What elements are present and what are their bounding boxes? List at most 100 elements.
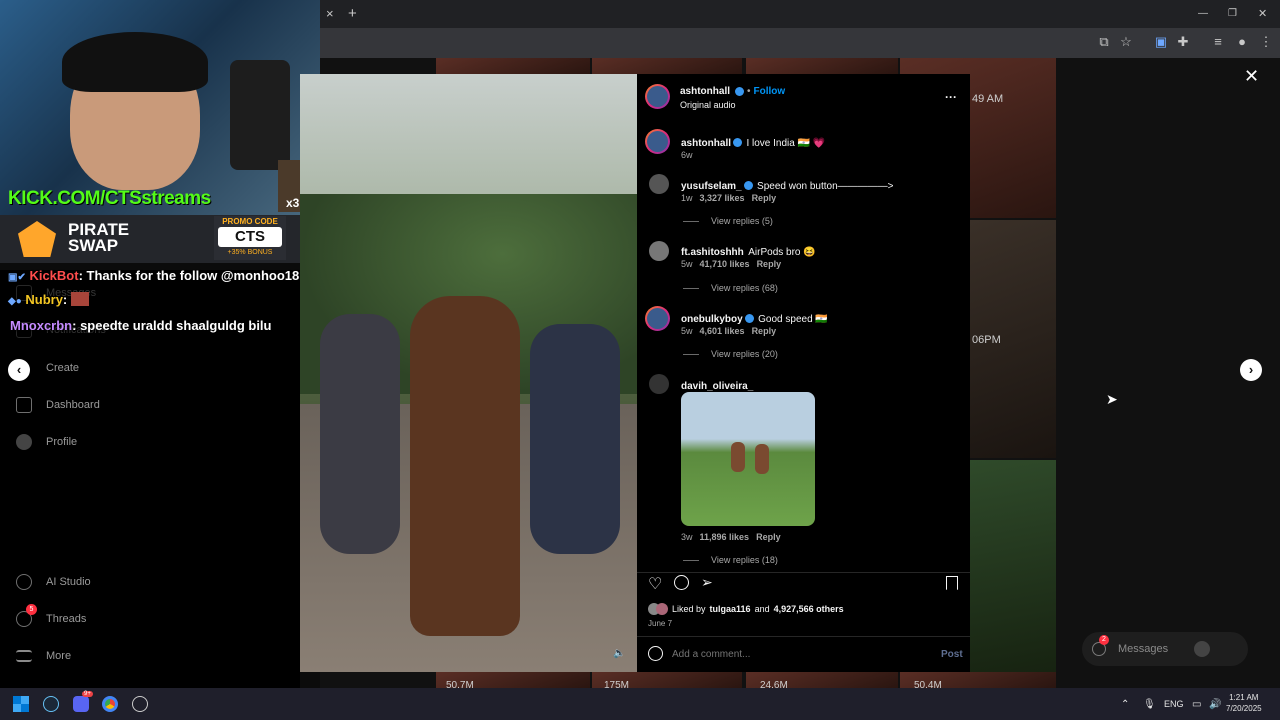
save-bookmark-icon[interactable] (946, 576, 958, 590)
microphone-icon[interactable]: 🎙 (1143, 699, 1156, 710)
grid-tile[interactable] (970, 460, 1056, 688)
more-options-button[interactable]: ··· (945, 90, 957, 104)
messages-pill[interactable]: 2 Messages (1082, 632, 1248, 666)
comment-avatar[interactable] (649, 174, 669, 194)
chrome-icon[interactable] (102, 696, 118, 712)
bookmark-star-icon[interactable]: ☆ (1118, 34, 1134, 50)
share-send-icon[interactable]: ➢ (701, 574, 713, 591)
comment-row: ft.ashitoshhh AirPods bro 😆 (681, 247, 816, 258)
close-tab-button[interactable]: × (326, 0, 334, 28)
comment-avatar[interactable] (649, 374, 669, 394)
comment-avatar[interactable] (645, 306, 670, 331)
like-heart-icon[interactable]: ♡ (648, 574, 662, 594)
comment-avatar[interactable] (649, 241, 669, 261)
grid-tile[interactable] (592, 58, 742, 74)
reply-button[interactable]: Reply (752, 193, 777, 203)
audio-label[interactable]: Original audio (680, 100, 736, 110)
emote-multiplier: x3 (286, 196, 300, 210)
previous-post-button[interactable]: ‹ (8, 359, 30, 381)
verified-badge-icon (743, 181, 753, 190)
reply-button[interactable]: Reply (752, 326, 777, 336)
volume-icon[interactable]: 🔊 (1209, 699, 1221, 710)
mute-icon[interactable]: 🔈 (613, 648, 625, 659)
author-username[interactable]: ashtonhall (680, 86, 730, 97)
divider (637, 572, 970, 573)
view-replies-button[interactable]: View replies (18) (683, 555, 778, 565)
steam-icon[interactable] (43, 696, 59, 712)
post-side-panel: ashtonhall • Follow Original audio ··· a… (637, 74, 970, 672)
comment-bubble-icon[interactable] (674, 575, 689, 590)
follow-button[interactable]: Follow (754, 86, 786, 97)
windows-start-icon[interactable] (13, 696, 29, 712)
post-comment-button[interactable]: Post (941, 649, 963, 660)
new-tab-button[interactable]: + (348, 0, 357, 28)
sidebar-item-profile[interactable]: Profile (16, 431, 77, 453)
restore-button[interactable]: ❐ (1228, 0, 1237, 28)
verified-badge-icon (735, 87, 745, 96)
reel-video[interactable]: 🔈 (300, 74, 637, 672)
tray-chevron-icon[interactable]: ⌃ (1121, 699, 1129, 710)
view-replies-button[interactable]: View replies (68) (683, 283, 778, 293)
crowd-figure (530, 324, 620, 554)
emoji-icon[interactable] (648, 646, 663, 661)
post-date: June 7 (648, 619, 673, 628)
liker-avatar (656, 603, 668, 615)
comment-gif-image[interactable] (681, 392, 815, 526)
chart-icon (16, 397, 32, 413)
chat-message: Mnoxcrbn: speedte uraldd shaalguldg bilu (10, 318, 271, 333)
divider (637, 636, 970, 637)
verified-badge-icon (733, 138, 743, 147)
windows-taskbar (0, 688, 1280, 720)
sidebar-item-dashboard[interactable]: Dashboard (16, 394, 100, 416)
grid-tile[interactable] (436, 58, 590, 74)
close-window-button[interactable]: ✕ (1258, 0, 1267, 28)
threads-icon: 5 (16, 604, 37, 627)
minimize-button[interactable]: — (1198, 0, 1208, 28)
view-replies-button[interactable]: View replies (20) (683, 349, 778, 359)
streamer-hair (62, 32, 208, 92)
chat-message: ◆● Nubry: (8, 292, 89, 307)
discord-icon[interactable] (73, 696, 89, 712)
sidebar-item-threads[interactable]: 5 Threads (16, 604, 86, 630)
author-avatar[interactable] (645, 84, 670, 109)
sidebar-item-more[interactable]: More (16, 645, 71, 667)
next-post-button[interactable]: › (1240, 359, 1262, 381)
chat-username: Mnoxcrbn (10, 318, 73, 333)
grid-tile[interactable] (746, 58, 898, 74)
network-icon[interactable]: ▭ (1192, 699, 1201, 710)
chat-text: : (62, 292, 68, 307)
reading-list-icon[interactable]: ≡ (1210, 34, 1226, 50)
mouse-cursor-icon: ➤ (1106, 391, 1118, 407)
caption-avatar[interactable] (645, 129, 670, 154)
discord-badge: 9+ (82, 691, 93, 697)
add-comment-input[interactable] (672, 646, 922, 662)
runner-figure (410, 296, 520, 636)
language-indicator[interactable]: ENG (1164, 699, 1184, 709)
chat-emote (70, 292, 89, 306)
threads-badge: 5 (26, 604, 37, 615)
microphone (230, 60, 290, 170)
browser-tab-bar: × + — ❐ ✕ (320, 0, 1280, 28)
profile-avatar-icon[interactable]: ● (1234, 34, 1250, 50)
chat-username: Nubry (25, 292, 63, 307)
chat-badge-icon: ▣✔ (8, 272, 26, 283)
browser-menu-icon[interactable]: ⋮ (1258, 34, 1274, 50)
install-app-icon[interactable]: ⧉ (1096, 34, 1112, 50)
menu-icon (16, 650, 32, 662)
post-header: ashtonhall • Follow (680, 86, 786, 97)
chat-text: : Thanks for the follow @monhoo18 (78, 268, 300, 283)
clock[interactable]: 1:21 AM 7/20/2025 (1226, 692, 1262, 714)
kick-url: KICK.COM/CTSstreams (8, 188, 211, 209)
extension-counter-icon[interactable]: ▣ (1153, 34, 1169, 50)
webcam-overlay: x3 (0, 0, 320, 215)
ai-studio-icon (16, 574, 32, 590)
pirate-logo-icon (18, 221, 56, 257)
profile-icon (16, 434, 32, 450)
reply-button[interactable]: Reply (756, 532, 781, 542)
close-modal-button[interactable]: ✕ (1244, 66, 1259, 87)
reply-button[interactable]: Reply (757, 259, 782, 269)
view-replies-button[interactable]: View replies (5) (683, 216, 773, 226)
app-icon[interactable] (132, 696, 148, 712)
sidebar-item-ai-studio[interactable]: AI Studio (16, 571, 91, 593)
extensions-puzzle-icon[interactable]: ✚ (1175, 34, 1191, 50)
